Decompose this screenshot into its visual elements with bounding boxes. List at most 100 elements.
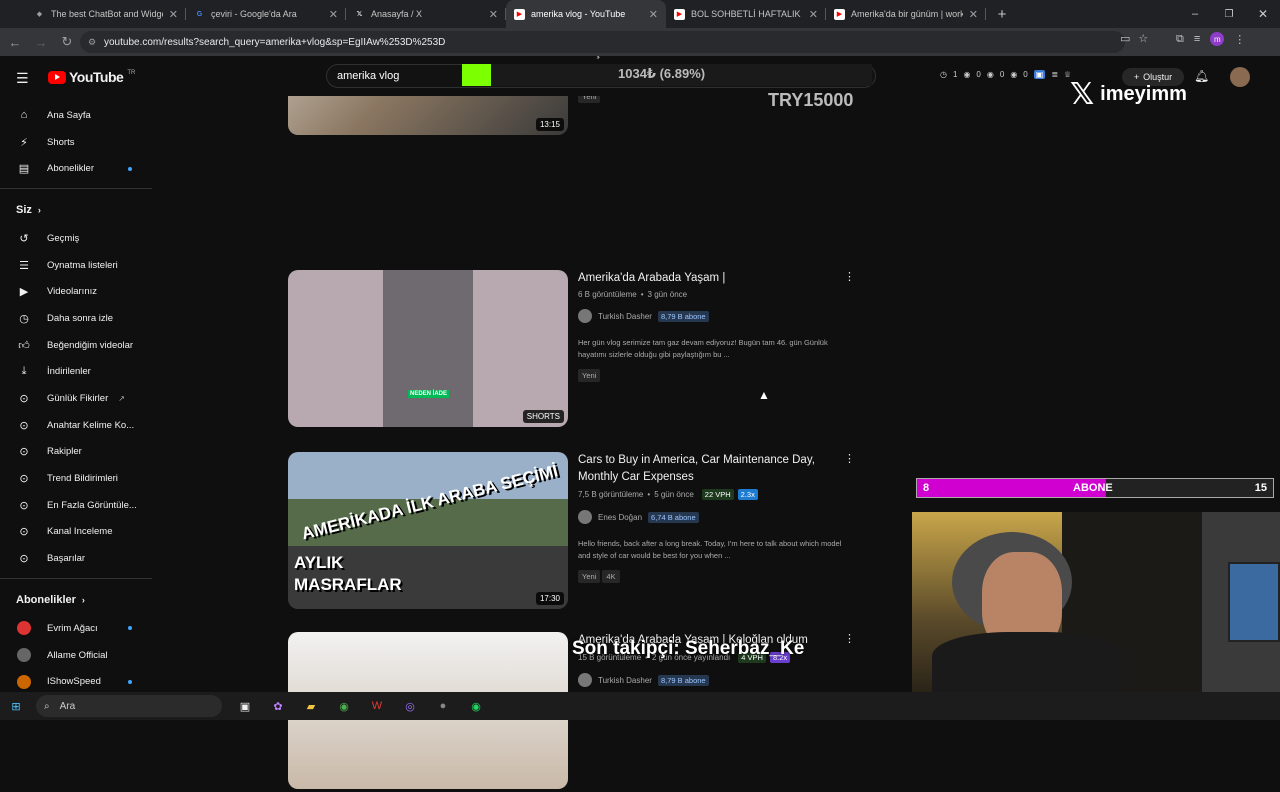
reading-list-icon[interactable]: ≡ (1194, 33, 1200, 45)
channel-row[interactable]: Turkish Dasher 8,79 B abone (578, 309, 848, 323)
sidebar-item[interactable]: ▶ Videolarınız (0, 278, 160, 305)
close-window-button[interactable]: ✕ (1246, 0, 1280, 28)
sidebar-item-label: Daha sonra izle (47, 312, 114, 324)
sidebar-item[interactable]: ⌂ Ana Sayfa (0, 102, 160, 129)
search-result[interactable]: BİR GÜNÜM13:15 Meryem Duman55 abone Vide… (288, 0, 888, 250)
copilot-icon[interactable]: ✿ (268, 696, 288, 716)
channel-name: Turkish Dasher (598, 311, 652, 321)
video-info: Cars to Buy in America, Car Maintenance … (578, 452, 848, 584)
video-description: Her gün vlog serimize tam gaz devam ediy… (578, 338, 828, 359)
window-controls: – ❐ ✕ (1178, 0, 1280, 28)
sidebar-item[interactable]: ⊙ Günlük Fikirler ↗ (0, 385, 160, 412)
sidebar-item[interactable]: ↺ Geçmiş (0, 225, 160, 252)
task-view-icon[interactable]: ▣ (235, 696, 255, 716)
browser-tab[interactable]: ▶ amerika vlog - YouTube ✕ (506, 0, 666, 28)
sidebar-section-subscriptions[interactable]: Abonelikler › (0, 585, 160, 615)
list-icon[interactable]: ≣ (1051, 70, 1058, 79)
hamburger-menu-icon[interactable]: ☰ (16, 70, 32, 87)
sidebar-item-label: İndirilenler (47, 366, 91, 378)
site-info-icon[interactable]: ⚙ (88, 37, 96, 48)
clock-icon: ◷ (940, 70, 947, 79)
channel-avatar (17, 674, 31, 689)
browser-tab[interactable]: ◆ The best ChatBot and Widgets f ✕ (26, 0, 186, 28)
close-tab-icon[interactable]: ✕ (489, 8, 498, 21)
sidebar-item[interactable]: ⊙ Anahtar Kelime Ko... (0, 412, 160, 439)
close-tab-icon[interactable]: ✕ (169, 8, 178, 21)
app-icon[interactable]: ● (433, 696, 453, 716)
sidebar-item[interactable]: ⊙ En Fazla Görüntüle... (0, 492, 160, 519)
spotify-icon[interactable]: ◉ (466, 696, 486, 716)
file-explorer-icon[interactable]: ▰ (301, 696, 321, 716)
vidiq-icon[interactable]: ▣ (1033, 70, 1046, 79)
channel-name: Turkish Dasher (598, 675, 652, 685)
sidebar-item[interactable]: ⊙ Trend Bildirimleri (0, 465, 160, 492)
shorts-icon: ⚡ (20, 136, 28, 149)
sidebar-item[interactable]: Evrim Ağacı (0, 615, 160, 642)
shield-icon: ◆ (36, 11, 43, 18)
sidebar-item[interactable]: IShowSpeed (0, 668, 160, 692)
ext-icon: ⊙ (19, 473, 29, 486)
browser-tab[interactable]: ▶ BOL SOHBETLİ HAFTALIK VLOG ✕ (666, 0, 826, 28)
sidebar-item[interactable]: 👍︎ Beğendiğim videolar (0, 332, 160, 359)
app-w-icon[interactable]: W (367, 696, 387, 716)
close-tab-icon[interactable]: ✕ (809, 8, 818, 21)
search-result[interactable]: NEDEN İADE SHORTS Amerika'da Arabada Yaşa… (288, 270, 888, 430)
video-meta: 6 B görüntüleme • 3 gün önce (578, 290, 688, 299)
close-tab-icon[interactable]: ✕ (969, 8, 978, 21)
donation-amount: 1034₺ (6.89%) (618, 66, 706, 81)
windows-start-icon[interactable]: ⊞ (6, 696, 26, 716)
new-tab-button[interactable]: + (990, 2, 1014, 26)
sidebar-item[interactable]: ☰ Oynatma listeleri (0, 252, 160, 279)
close-tab-icon[interactable]: ✕ (329, 8, 338, 21)
minimize-button[interactable]: – (1178, 0, 1212, 28)
sidebar-item[interactable]: ⊙ Kanal Inceleme (0, 519, 160, 546)
back-arrow-icon[interactable]: ← (4, 31, 26, 53)
external-link-icon: ↗ (118, 394, 125, 404)
sidebar-item-label: Allame Official (47, 649, 108, 661)
sidebar-item[interactable]: ⤓ İndirilenler (0, 359, 160, 386)
more-options-icon[interactable]: ⋮ (844, 270, 855, 283)
sidebar-item[interactable]: ⊙ Rakipler (0, 439, 160, 466)
browser-tab[interactable]: ▶ Amerika'da bir günüm | work & ✕ (826, 0, 986, 28)
forward-arrow-icon[interactable]: → (30, 31, 52, 53)
sidebar-section-you[interactable]: Siz › (0, 195, 160, 225)
new-content-dot (128, 626, 132, 631)
sidebar-item[interactable]: Allame Official (0, 642, 160, 669)
video-title[interactable]: Cars to Buy in America, Car Maintenance … (578, 452, 848, 486)
video-thumbnail[interactable]: NEDEN İADE SHORTS (288, 270, 568, 427)
sidebar-item[interactable]: ▤ Abonelikler (0, 155, 160, 182)
chrome-icon[interactable]: ◉ (334, 696, 354, 716)
sidebar-item[interactable]: ⚡ Shorts (0, 129, 160, 156)
tag-row: Yeni (578, 361, 848, 383)
taskbar-search[interactable]: ⌕ Ara (36, 695, 222, 717)
sidebar-item[interactable]: ◷ Daha sonra izle (0, 305, 160, 332)
video-thumbnail[interactable]: AMERİKADA İLK ARABA SEÇİMİ AYLIK MASRAFLA… (288, 452, 568, 609)
browser-tab[interactable]: 𝕏 Anasayfa / X ✕ (346, 0, 506, 28)
youtube-icon: ▶ (514, 8, 525, 20)
account-avatar[interactable] (1230, 67, 1250, 87)
channel-row[interactable]: Turkish Dasher 8,79 B abone (578, 673, 848, 687)
browser-menu-icon[interactable]: ⋮ (1234, 33, 1245, 46)
more-options-icon[interactable]: ⋮ (844, 452, 855, 465)
sidebar-item[interactable]: ⊙ Başarılar (0, 545, 160, 572)
browser-tab[interactable]: G çeviri - Google'da Ara ✕ (186, 0, 346, 28)
close-tab-icon[interactable]: ✕ (649, 8, 658, 21)
channel-row[interactable]: Enes Doğan 6,74 B abone (578, 510, 848, 524)
sidebar-item-label: Ana Sayfa (47, 109, 91, 121)
address-bar[interactable]: ⚙ youtube.com/results?search_query=ameri… (80, 31, 1125, 53)
reload-icon[interactable]: ↻ (56, 31, 78, 53)
youtube-play-icon (48, 70, 66, 84)
history-icon: ↺ (19, 232, 29, 245)
restore-button[interactable]: ❐ (1212, 0, 1246, 28)
obs-icon[interactable]: ◎ (400, 696, 420, 716)
playlist-icon: ☰ (19, 259, 29, 272)
bookmark-star-icon[interactable]: ☆ (1138, 32, 1148, 45)
extensions-icon[interactable]: ⧉ (1176, 33, 1184, 46)
subscriber-badge: 8,79 B abone (657, 310, 709, 322)
search-result[interactable]: AMERİKADA İLK ARABA SEÇİMİ AYLIK MASRAFLA… (288, 452, 888, 612)
profile-avatar[interactable]: m (1210, 32, 1225, 46)
install-icon[interactable]: ▭ (1120, 32, 1130, 45)
video-title[interactable]: Amerika'da Arabada Yaşam | (578, 270, 848, 287)
youtube-logo[interactable]: YouTube TR (48, 69, 135, 85)
more-options-icon[interactable]: ⋮ (844, 632, 855, 645)
